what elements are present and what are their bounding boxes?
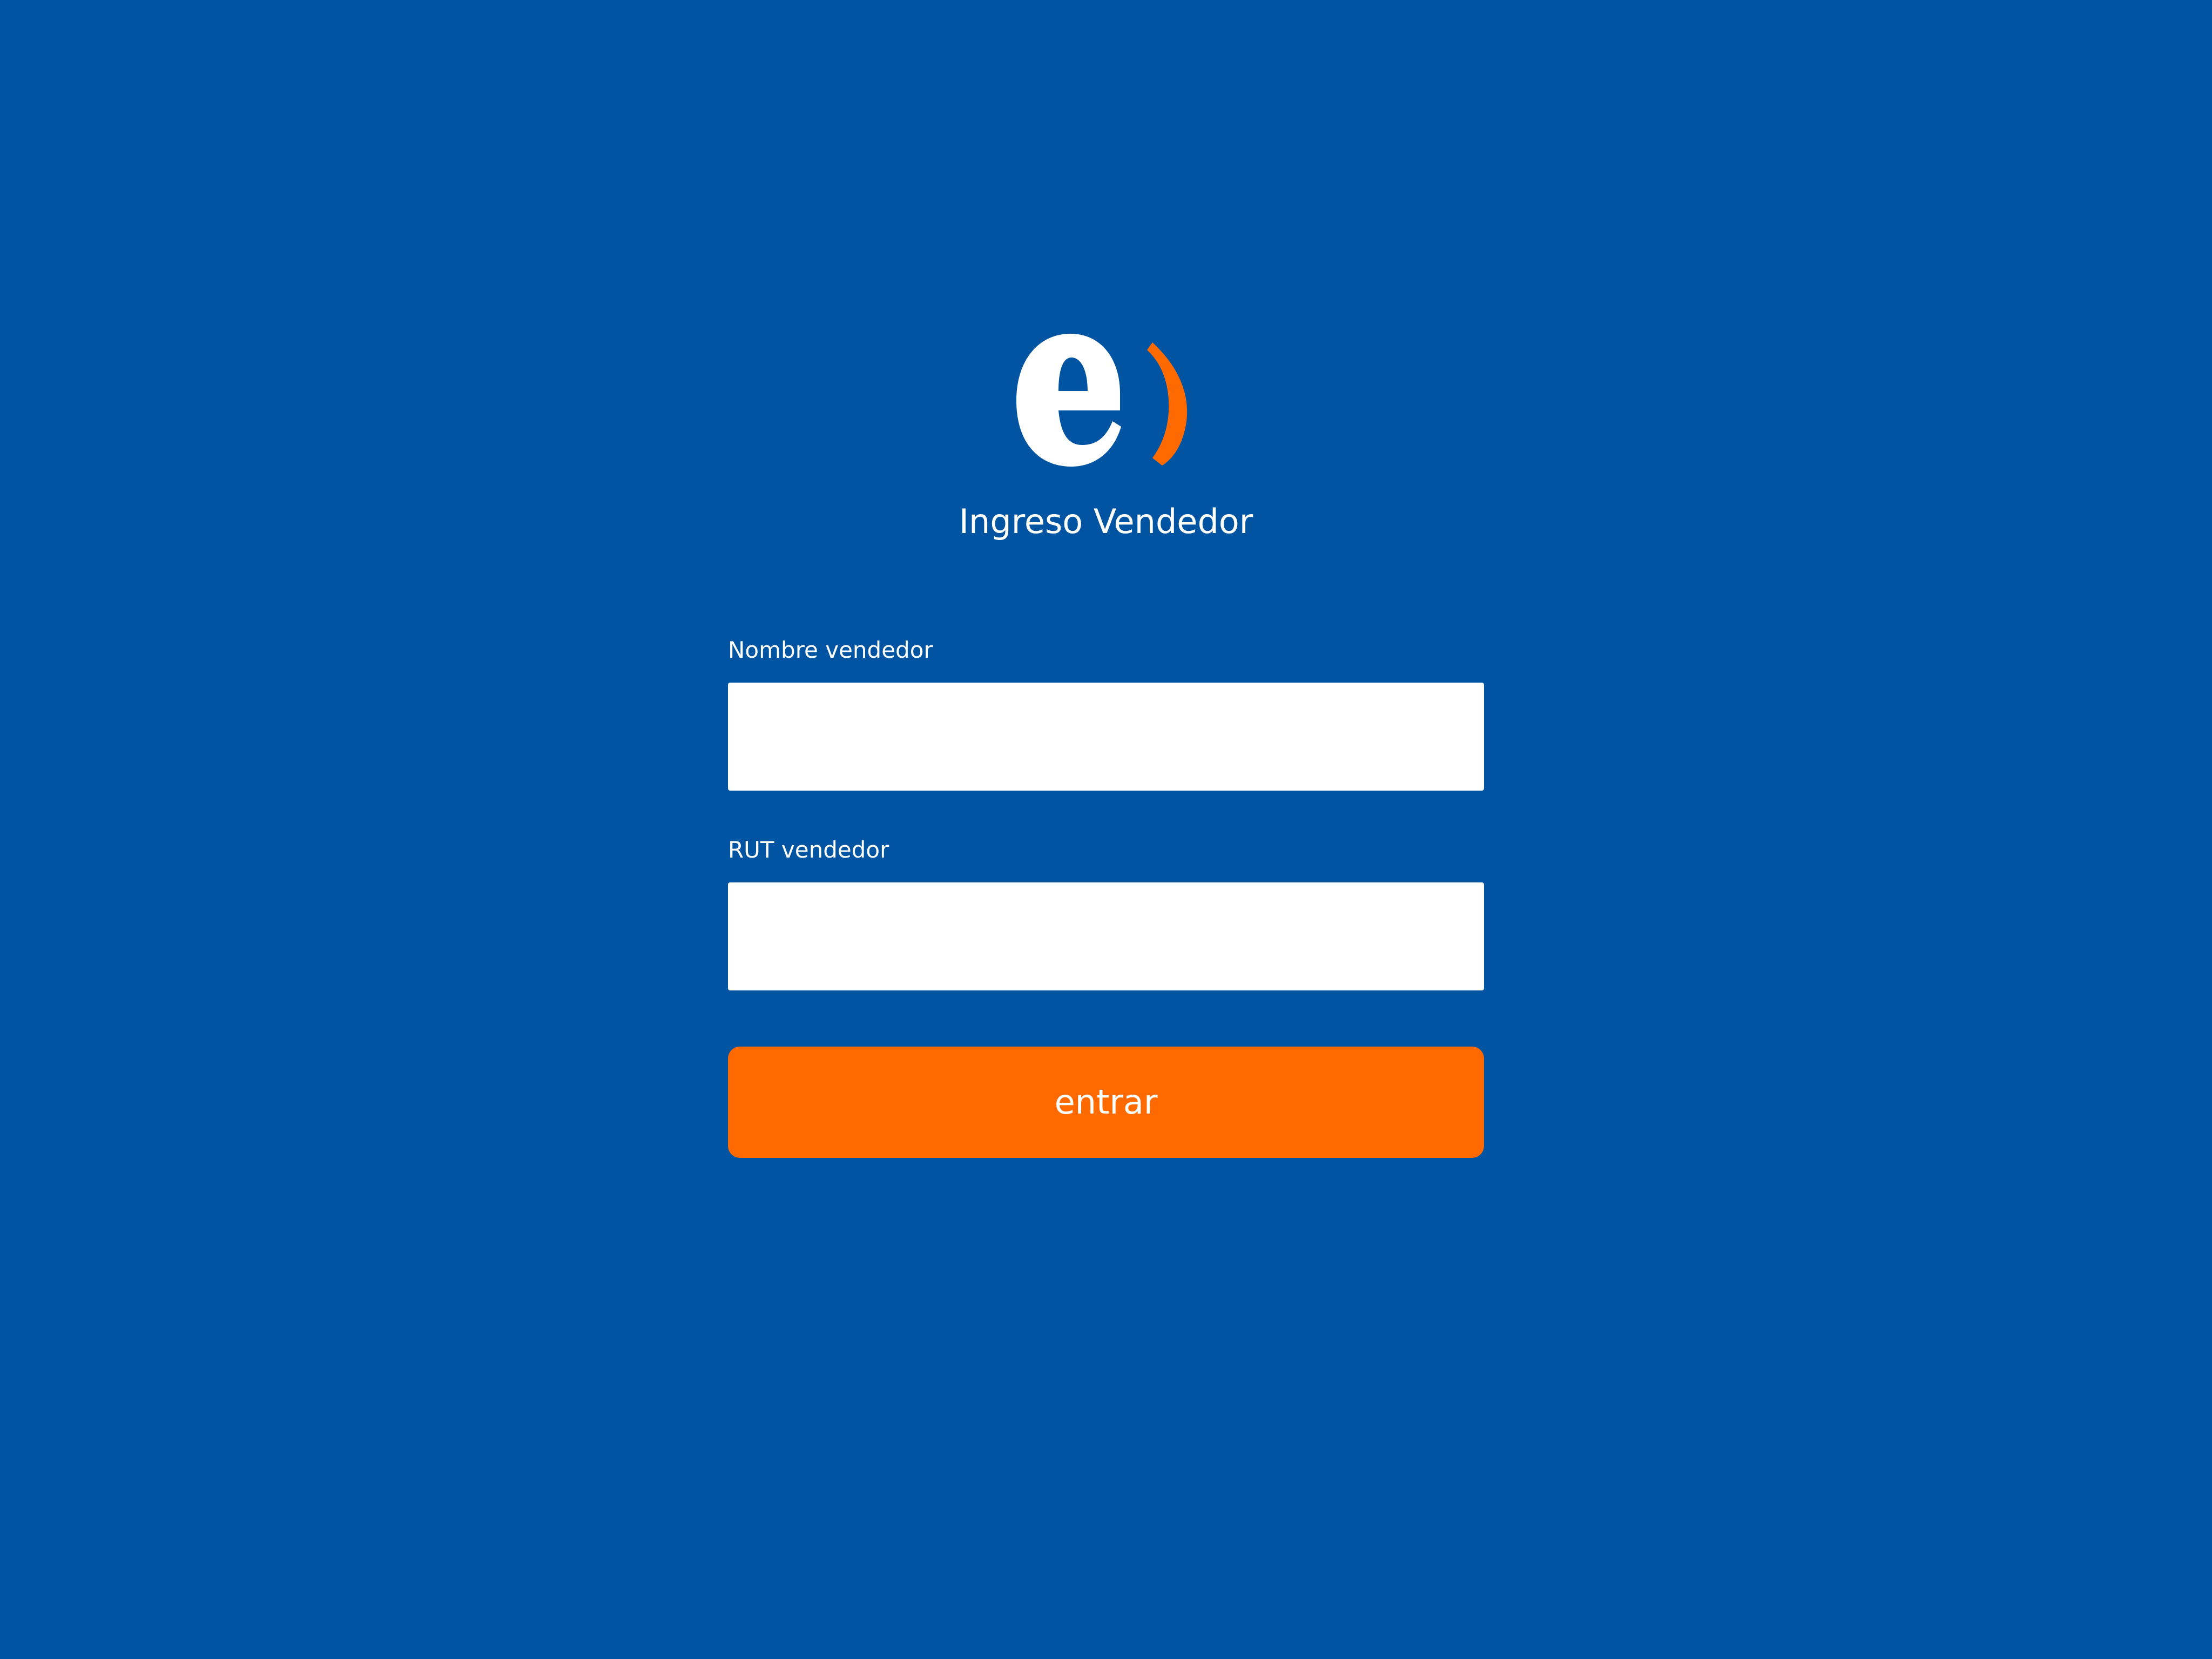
seller-name-label: Nombre vendedor: [728, 637, 933, 663]
login-button[interactable]: entrar: [728, 1047, 1484, 1158]
page-title: Ingreso Vendedor: [959, 502, 1253, 541]
seller-name-input[interactable]: [728, 683, 1484, 791]
enel-logo-icon: [1016, 334, 1188, 467]
login-screen: Ingreso Vendedor Nombre vendedor RUT ven…: [0, 0, 2212, 1659]
logo-arc-mark: [1147, 342, 1188, 466]
seller-rut-input[interactable]: [728, 882, 1484, 990]
seller-rut-label: RUT vendedor: [728, 837, 889, 863]
logo-e-mark: [1016, 334, 1121, 467]
